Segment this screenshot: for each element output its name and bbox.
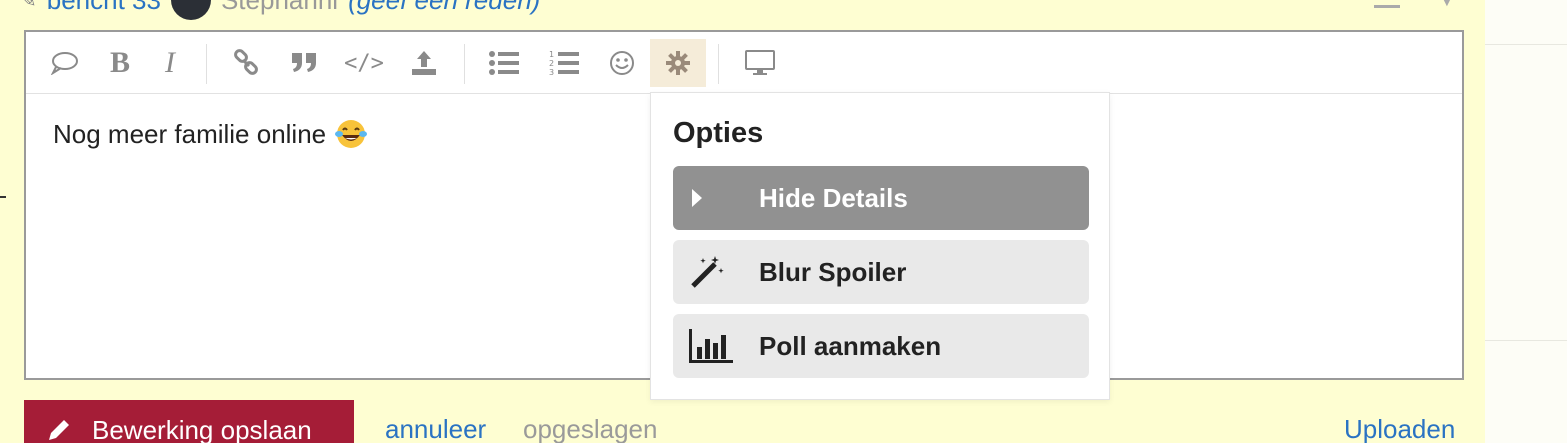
popup-item-label: Poll aanmaken — [759, 330, 942, 361]
quote-bubble-icon[interactable] — [36, 39, 92, 87]
popup-title: Opties — [673, 117, 764, 149]
svg-text:1: 1 — [549, 50, 554, 59]
chevron-down-icon[interactable]: ▼ — [1438, 0, 1456, 11]
author-name: Stephanni — [221, 0, 338, 16]
italic-icon[interactable]: I — [142, 39, 198, 87]
editor-content[interactable]: Nog meer familie online — [53, 118, 368, 150]
upload-link[interactable]: Uploaden — [1344, 414, 1455, 443]
bar-chart-icon — [673, 314, 759, 378]
caret-right-icon — [673, 166, 759, 230]
italic-label: I — [165, 46, 175, 79]
toolbar-separator — [464, 44, 465, 84]
code-icon[interactable]: </> — [336, 39, 392, 87]
pencil-icon — [49, 420, 69, 440]
numbered-list-icon[interactable]: 123 — [536, 39, 592, 87]
toolbar-separator — [718, 44, 719, 84]
popup-item-label: Blur Spoiler — [759, 256, 907, 287]
right-gutter — [1485, 0, 1567, 443]
upload-icon[interactable] — [396, 39, 452, 87]
editor-text: Nog meer familie online — [53, 118, 327, 149]
code-label: </> — [344, 50, 384, 76]
svg-text:2: 2 — [549, 59, 554, 68]
bold-label: B — [109, 46, 130, 79]
link-icon[interactable] — [218, 39, 274, 87]
toolbar-separator — [206, 44, 207, 84]
options-popup: Opties Hide Details Blur Spoiler Poll aa… — [650, 92, 1110, 400]
popup-item-label: Hide Details — [759, 182, 908, 213]
saved-status: opgeslagen — [523, 414, 658, 443]
bold-icon[interactable]: B — [92, 39, 148, 87]
tears-of-joy-emoji-icon — [334, 118, 368, 150]
menu-icon[interactable] — [1374, 0, 1400, 8]
gutter-divider — [1485, 44, 1567, 45]
post-header: ✎ bericht 33 Stephanni (geef een reden) — [20, 0, 540, 20]
composer-toolbar: B I </> 123 — [26, 32, 1462, 94]
popup-item-hide-details[interactable]: Hide Details — [673, 166, 1089, 230]
save-label: Bewerking opslaan — [92, 414, 312, 443]
pencil-icon: ✎ — [20, 0, 37, 12]
preview-monitor-icon[interactable] — [732, 39, 788, 87]
popup-item-blur-spoiler[interactable]: Blur Spoiler — [673, 240, 1089, 304]
popup-item-poll[interactable]: Poll aanmaken — [673, 314, 1089, 378]
post-number-link[interactable]: bericht 33 — [47, 0, 161, 16]
edit-reason-link[interactable]: (geef een reden) — [348, 0, 540, 16]
svg-text:3: 3 — [549, 68, 554, 77]
page: ✎ bericht 33 Stephanni (geef een reden) … — [0, 0, 1567, 443]
gear-icon[interactable] — [650, 39, 706, 87]
avatar[interactable] — [170, 0, 211, 20]
blockquote-icon[interactable] — [276, 39, 332, 87]
cancel-link[interactable]: annuleer — [385, 414, 486, 443]
save-edit-button[interactable]: Bewerking opslaan — [24, 400, 354, 443]
header-controls: ▼ — [1374, 0, 1456, 11]
magic-wand-icon — [673, 240, 759, 304]
gutter-divider — [1485, 340, 1567, 341]
left-edge-mark — [0, 196, 6, 198]
emoji-icon[interactable] — [594, 39, 650, 87]
bullet-list-icon[interactable] — [476, 39, 532, 87]
